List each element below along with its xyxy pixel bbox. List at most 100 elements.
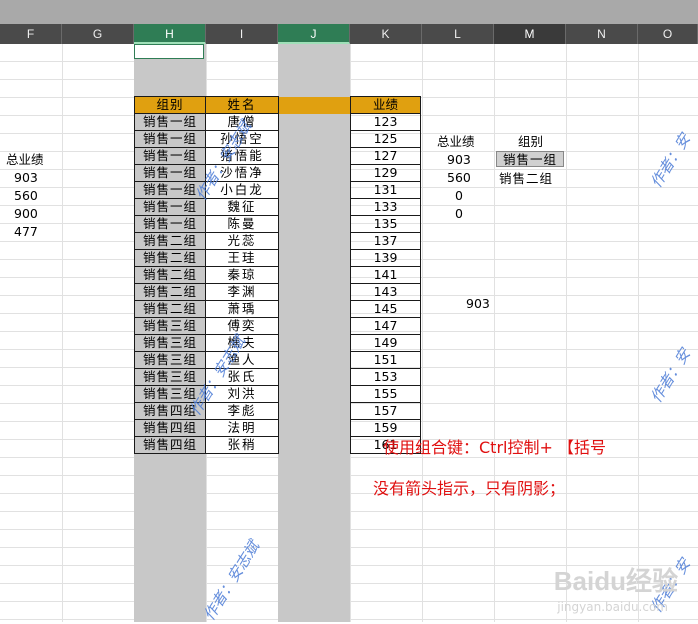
name-cell[interactable]: 李渊 — [205, 283, 279, 301]
name-cell[interactable]: 法明 — [205, 419, 279, 437]
table-gap — [278, 130, 351, 148]
baidu-logo: Baidu经验 — [553, 566, 678, 596]
table-header-row: 组别 姓名 业绩 — [134, 96, 421, 114]
group-cell[interactable]: 销售三组 — [134, 351, 206, 369]
column-header-g[interactable]: G — [62, 24, 134, 44]
table-gap — [278, 419, 351, 437]
table-row: 销售三组 张氏 153 — [134, 368, 421, 386]
right-total-header[interactable]: 总业绩 — [437, 133, 475, 151]
table-row: 销售三组 樵夫 149 — [134, 334, 421, 352]
active-cell[interactable] — [134, 44, 204, 59]
name-cell[interactable]: 魏征 — [205, 198, 279, 216]
header-score[interactable]: 业绩 — [350, 96, 421, 114]
table-gap — [278, 351, 351, 369]
group-cell[interactable]: 销售二组 — [134, 232, 206, 250]
score-cell[interactable]: 143 — [350, 283, 421, 301]
right-total-value[interactable]: 0 — [455, 187, 463, 205]
score-cell[interactable]: 133 — [350, 198, 421, 216]
column-header-h[interactable]: H — [134, 24, 206, 44]
instruction-note: 使用组合键：Ctrl控制+ 【括号 — [383, 438, 606, 457]
group-cell[interactable]: 销售四组 — [134, 436, 206, 454]
table-gap — [278, 249, 351, 267]
column-header-f[interactable]: F — [0, 24, 62, 44]
table-gap — [278, 317, 351, 335]
column-header-bar: F G H I J K L M N O — [0, 24, 698, 44]
group-cell[interactable]: 销售一组 — [134, 198, 206, 216]
table-gap — [278, 181, 351, 199]
left-total-value[interactable]: 900 — [14, 205, 38, 223]
group-cell[interactable]: 销售三组 — [134, 317, 206, 335]
column-header-l[interactable]: L — [422, 24, 494, 44]
group-cell[interactable]: 销售二组 — [134, 249, 206, 267]
column-header-o[interactable]: O — [638, 24, 698, 44]
table-gap — [278, 164, 351, 182]
score-cell[interactable]: 137 — [350, 232, 421, 250]
group-cell[interactable]: 销售四组 — [134, 419, 206, 437]
table-row: 销售三组 刘洪 155 — [134, 385, 421, 403]
score-cell[interactable]: 151 — [350, 351, 421, 369]
name-cell[interactable]: 李彪 — [205, 402, 279, 420]
score-cell[interactable]: 129 — [350, 164, 421, 182]
score-cell[interactable]: 135 — [350, 215, 421, 233]
table-gap — [278, 96, 351, 114]
right-group-header[interactable]: 组别 — [518, 133, 543, 151]
group-cell[interactable]: 销售三组 — [134, 368, 206, 386]
instruction-note: 没有箭头指示，只有阴影； — [373, 479, 566, 498]
group-cell[interactable]: 销售二组 — [134, 300, 206, 318]
column-header-n[interactable]: N — [566, 24, 638, 44]
score-cell[interactable]: 127 — [350, 147, 421, 165]
right-total-value[interactable]: 903 — [447, 151, 471, 169]
column-header-j[interactable]: J — [278, 24, 350, 44]
score-cell[interactable]: 141 — [350, 266, 421, 284]
column-header-i[interactable]: I — [206, 24, 278, 44]
group-cell[interactable]: 销售一组 — [134, 215, 206, 233]
right-group-value[interactable]: 销售二组 — [499, 170, 553, 188]
group-cell[interactable]: 销售三组 — [134, 334, 206, 352]
right-group-value[interactable]: 销售一组 — [496, 151, 564, 167]
score-cell[interactable]: 147 — [350, 317, 421, 335]
name-cell[interactable]: 傅奕 — [205, 317, 279, 335]
name-cell[interactable]: 秦琼 — [205, 266, 279, 284]
group-cell[interactable]: 销售一组 — [134, 130, 206, 148]
score-cell[interactable]: 155 — [350, 385, 421, 403]
score-cell[interactable]: 149 — [350, 334, 421, 352]
lookup-result[interactable]: 903 — [466, 295, 490, 313]
name-cell[interactable]: 萧瑀 — [205, 300, 279, 318]
score-cell[interactable]: 125 — [350, 130, 421, 148]
table-gap — [278, 283, 351, 301]
score-cell[interactable]: 123 — [350, 113, 421, 131]
group-cell[interactable]: 销售二组 — [134, 283, 206, 301]
score-cell[interactable]: 145 — [350, 300, 421, 318]
left-total-header[interactable]: 总业绩 — [6, 151, 44, 169]
left-total-value[interactable]: 560 — [14, 187, 38, 205]
header-group[interactable]: 组别 — [134, 96, 206, 114]
score-cell[interactable]: 157 — [350, 402, 421, 420]
table-gap — [278, 300, 351, 318]
table-gap — [278, 232, 351, 250]
score-cell[interactable]: 139 — [350, 249, 421, 267]
right-total-value[interactable]: 0 — [455, 205, 463, 223]
table-gap — [278, 436, 351, 454]
name-cell[interactable]: 陈曼 — [205, 215, 279, 233]
score-cell[interactable]: 153 — [350, 368, 421, 386]
column-header-k[interactable]: K — [350, 24, 422, 44]
sales-table: 组别 姓名 业绩 销售一组 唐僧 123 销售一组 孙悟空 125 销售一组 猪悟能 127 销售… — [134, 96, 421, 454]
score-cell[interactable]: 131 — [350, 181, 421, 199]
group-cell[interactable]: 销售一组 — [134, 113, 206, 131]
name-cell[interactable]: 王珪 — [205, 249, 279, 267]
group-cell[interactable]: 销售一组 — [134, 147, 206, 165]
name-cell[interactable]: 光蕊 — [205, 232, 279, 250]
table-row: 销售一组 孙悟空 125 — [134, 130, 421, 148]
table-row: 销售一组 唐僧 123 — [134, 113, 421, 131]
column-header-m[interactable]: M — [494, 24, 566, 44]
header-name[interactable]: 姓名 — [205, 96, 279, 114]
left-total-value[interactable]: 903 — [14, 169, 38, 187]
gridline — [494, 44, 495, 622]
right-total-value[interactable]: 560 — [447, 169, 471, 187]
table-gap — [278, 334, 351, 352]
table-row: 销售二组 王珪 139 — [134, 249, 421, 267]
left-total-value[interactable]: 477 — [14, 223, 38, 241]
name-cell[interactable]: 张稍 — [205, 436, 279, 454]
group-cell[interactable]: 销售二组 — [134, 266, 206, 284]
group-cell[interactable]: 销售一组 — [134, 164, 206, 182]
